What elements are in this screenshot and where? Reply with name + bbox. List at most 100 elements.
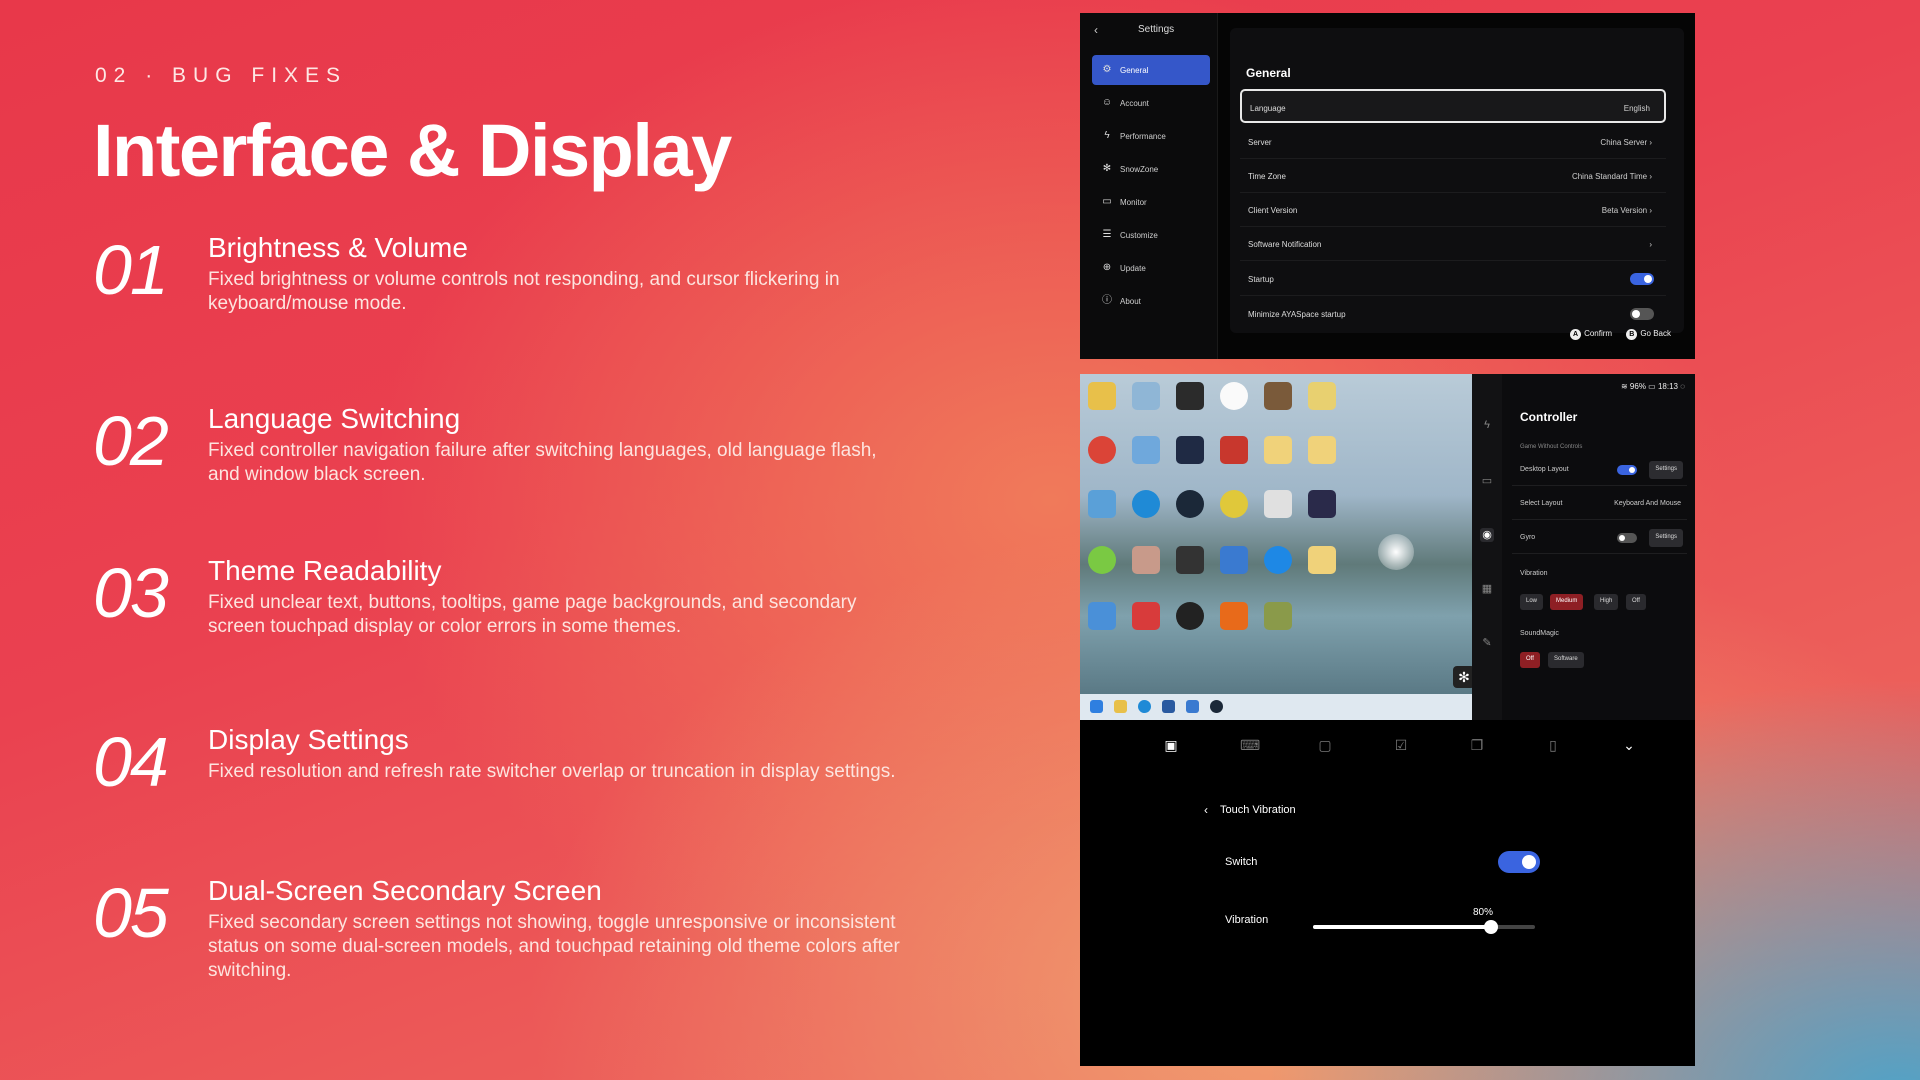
trash-icon[interactable]: ▯ xyxy=(1544,736,1562,754)
software-notification-row[interactable]: Software Notification › xyxy=(1240,227,1666,261)
client-version-row[interactable]: Client Version Beta Version › xyxy=(1240,193,1666,227)
game-icon[interactable] xyxy=(1132,546,1160,574)
sidebar-item-snowzone[interactable]: ✻ SnowZone xyxy=(1092,154,1210,184)
row-label: Server xyxy=(1248,138,1272,147)
chevron-down-icon[interactable]: ⌄ xyxy=(1620,736,1638,754)
item-description: Fixed unclear text, buttons, tooltips, g… xyxy=(208,592,857,637)
folder-icon[interactable] xyxy=(1088,382,1116,410)
windows-start-icon[interactable] xyxy=(1090,700,1103,713)
image-icon[interactable]: ▣ xyxy=(1162,736,1180,754)
item-title: Theme Readability xyxy=(208,555,442,586)
game-icon[interactable] xyxy=(1176,382,1204,410)
wallpaper-sun xyxy=(1378,534,1414,570)
item-number: 05 xyxy=(93,874,169,952)
sidebar-item-performance[interactable]: ϟ Performance xyxy=(1092,121,1210,151)
game-icon[interactable] xyxy=(1220,382,1248,410)
download-icon: ⊕ xyxy=(1102,262,1112,273)
touch-vibration-toggle[interactable] xyxy=(1498,851,1540,873)
app-icon[interactable] xyxy=(1088,546,1116,574)
game-icon[interactable] xyxy=(1264,382,1292,410)
checkbox-icon[interactable]: ☑ xyxy=(1392,736,1410,754)
startup-toggle[interactable] xyxy=(1630,273,1654,285)
wrench-icon[interactable]: ✎ xyxy=(1480,636,1494,650)
vibration-slider[interactable]: 80% xyxy=(1313,907,1535,934)
sidebar-item-label: Account xyxy=(1120,99,1149,108)
bell-icon[interactable]: ◌ xyxy=(1680,382,1685,391)
game-icon[interactable] xyxy=(1176,546,1204,574)
slider-knob[interactable] xyxy=(1484,920,1498,934)
copy-icon[interactable]: ❐ xyxy=(1468,736,1486,754)
folder-icon[interactable] xyxy=(1308,436,1336,464)
recycle-bin-icon[interactable] xyxy=(1132,382,1160,410)
desktop-layout-settings-button[interactable]: Settings xyxy=(1649,461,1683,479)
gyro-settings-button[interactable]: Settings xyxy=(1649,529,1683,547)
row-label: Gyro xyxy=(1520,534,1536,541)
gear-icon: ⚙ xyxy=(1102,64,1112,75)
go-back-hint[interactable]: B Go Back xyxy=(1626,329,1671,340)
vibration-off-button[interactable]: Off xyxy=(1626,594,1646,610)
sidebar-item-label: SnowZone xyxy=(1120,165,1159,174)
display-icon[interactable]: ▭ xyxy=(1480,474,1494,488)
app-icon[interactable] xyxy=(1220,436,1248,464)
back-icon[interactable]: ‹ xyxy=(1204,803,1208,817)
settings-heading: General xyxy=(1246,66,1291,80)
monitor-icon[interactable] xyxy=(1264,490,1292,518)
chat-icon[interactable]: ▢ xyxy=(1316,736,1334,754)
item-description: Fixed brightness or volume controls not … xyxy=(208,269,840,314)
server-row[interactable]: Server China Server › xyxy=(1240,125,1666,159)
sidebar-item-label: Monitor xyxy=(1120,198,1147,207)
app-icon[interactable] xyxy=(1132,602,1160,630)
app-icon[interactable] xyxy=(1186,700,1199,713)
edge-icon[interactable] xyxy=(1138,700,1151,713)
folder-icon[interactable] xyxy=(1308,382,1336,410)
app-icon[interactable] xyxy=(1132,436,1160,464)
game-icon[interactable] xyxy=(1264,602,1292,630)
language-row[interactable]: Language English xyxy=(1240,89,1666,123)
app-icon[interactable] xyxy=(1088,490,1116,518)
app-icon[interactable] xyxy=(1176,436,1204,464)
row-value: China Standard Time › xyxy=(1571,172,1652,181)
confirm-hint[interactable]: A Confirm xyxy=(1570,329,1612,340)
vibration-low-button[interactable]: Low xyxy=(1520,594,1544,610)
app-icon[interactable] xyxy=(1220,546,1248,574)
back-icon[interactable]: ‹ xyxy=(1094,23,1098,37)
sidebar-item-general[interactable]: ⚙ General xyxy=(1092,55,1210,85)
vibration-medium-button[interactable]: Medium xyxy=(1550,594,1584,610)
sidebar-item-label: Customize xyxy=(1120,231,1158,240)
file-explorer-icon[interactable] xyxy=(1114,700,1127,713)
gyro-toggle[interactable] xyxy=(1617,533,1637,543)
teamviewer-icon[interactable] xyxy=(1264,546,1292,574)
sidebar-item-monitor[interactable]: ▭ Monitor xyxy=(1092,187,1210,217)
chrome-icon[interactable] xyxy=(1088,436,1116,464)
vibration-high-button[interactable]: High xyxy=(1594,594,1619,610)
b-button-icon: B xyxy=(1626,329,1638,340)
folder-icon[interactable] xyxy=(1308,546,1336,574)
lightning-icon[interactable]: ϟ xyxy=(1480,418,1494,432)
sidebar-item-label: Performance xyxy=(1120,132,1166,141)
minimize-startup-toggle[interactable] xyxy=(1630,308,1654,320)
folder-icon[interactable] xyxy=(1264,436,1292,464)
soundmagic-off-button[interactable]: Off xyxy=(1520,652,1540,668)
select-layout-row[interactable]: Select Layout Keyboard And Mouse xyxy=(1512,488,1687,520)
soundmagic-software-button[interactable]: Software xyxy=(1548,652,1584,668)
sidebar-item-about[interactable]: ⓘ About xyxy=(1092,286,1210,316)
row-label: Vibration xyxy=(1520,570,1548,577)
section-eyebrow: 02 · BUG FIXES xyxy=(95,64,348,87)
3dmark-icon[interactable] xyxy=(1220,602,1248,630)
ubisoft-connect-icon[interactable] xyxy=(1176,602,1204,630)
desktop-layout-toggle[interactable] xyxy=(1617,465,1637,475)
sidebar-item-customize[interactable]: ☰ Customize xyxy=(1092,220,1210,250)
app-icon[interactable] xyxy=(1220,490,1248,518)
grid-icon[interactable]: ▦ xyxy=(1480,582,1494,596)
ayaspace-icon[interactable] xyxy=(1308,490,1336,518)
app-icon[interactable] xyxy=(1088,602,1116,630)
sidebar-item-update[interactable]: ⊕ Update xyxy=(1092,253,1210,283)
timezone-row[interactable]: Time Zone China Standard Time › xyxy=(1240,159,1666,193)
keyboard-icon[interactable]: ⌨ xyxy=(1240,736,1260,754)
sidebar-item-account[interactable]: ☺ Account xyxy=(1092,88,1210,118)
steam-icon[interactable] xyxy=(1176,490,1204,518)
gamepad-icon[interactable]: ◉ xyxy=(1480,528,1494,542)
app-icon[interactable] xyxy=(1162,700,1175,713)
edge-icon[interactable] xyxy=(1132,490,1160,518)
steam-icon[interactable] xyxy=(1210,700,1223,713)
